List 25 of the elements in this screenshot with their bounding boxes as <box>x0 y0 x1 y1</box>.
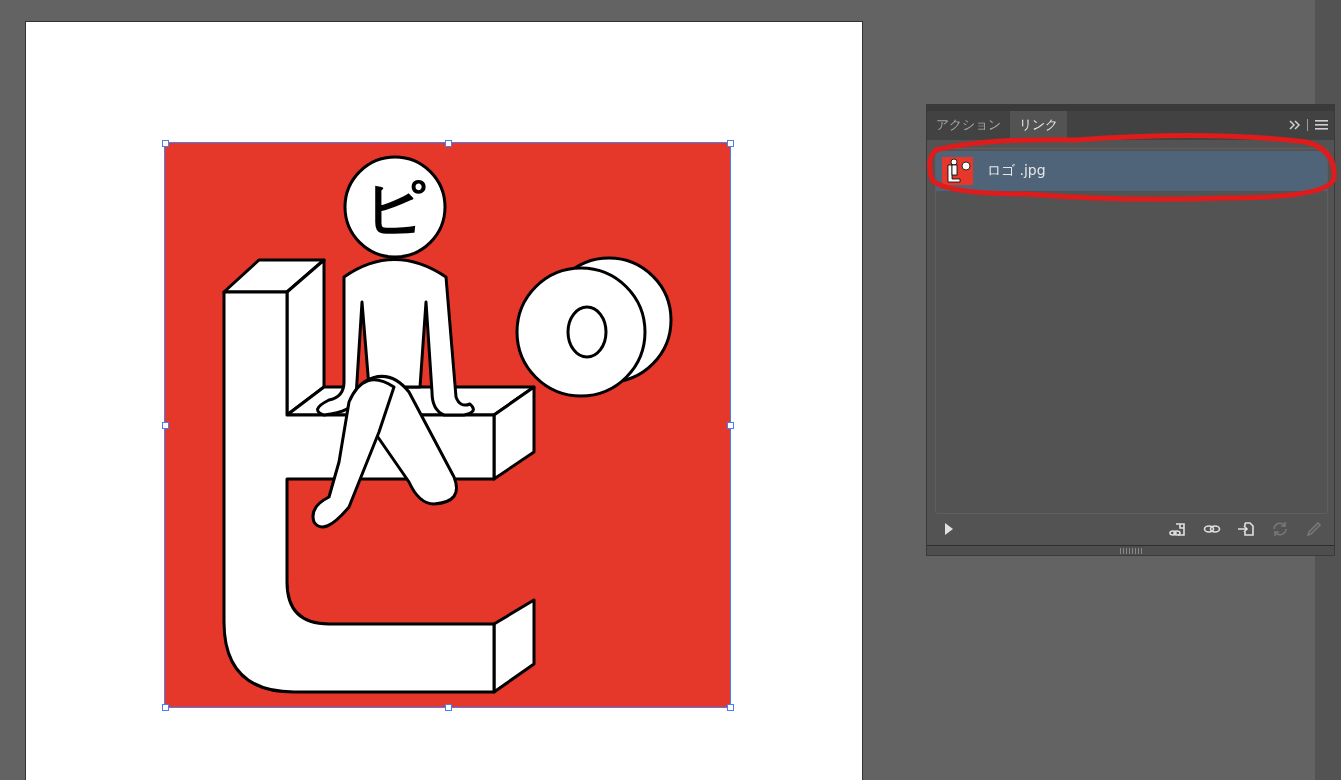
embed-button[interactable] <box>1236 520 1256 539</box>
resize-handle[interactable] <box>162 422 169 429</box>
image-thumbnail-icon <box>942 156 973 185</box>
resize-handle[interactable] <box>162 704 169 711</box>
resize-handle[interactable] <box>727 704 734 711</box>
resize-handle[interactable] <box>444 140 452 147</box>
link-file-name: ロゴ .jpg <box>987 161 1046 180</box>
embed-icon <box>1237 521 1255 538</box>
pencil-icon <box>1305 521 1323 538</box>
play-icon[interactable] <box>945 523 953 536</box>
refresh-icon <box>1271 521 1289 538</box>
resize-handle[interactable] <box>727 422 734 429</box>
relink-icon <box>1169 521 1187 538</box>
resize-handle[interactable] <box>727 140 734 147</box>
separator-icon <box>1307 119 1309 132</box>
panel-tab[interactable]: リンク <box>1010 111 1067 140</box>
panel-tab[interactable]: アクション <box>927 111 1010 140</box>
link-item[interactable]: ロゴ .jpg <box>936 150 1327 191</box>
menu-icon[interactable] <box>1315 120 1328 131</box>
resize-handle[interactable] <box>162 140 169 147</box>
resize-grip-icon[interactable] <box>1119 547 1142 554</box>
head-text: ピ <box>364 172 426 242</box>
collapse-icon[interactable] <box>1289 120 1301 131</box>
relink-button[interactable] <box>1168 520 1188 539</box>
resize-handle[interactable] <box>444 704 452 711</box>
